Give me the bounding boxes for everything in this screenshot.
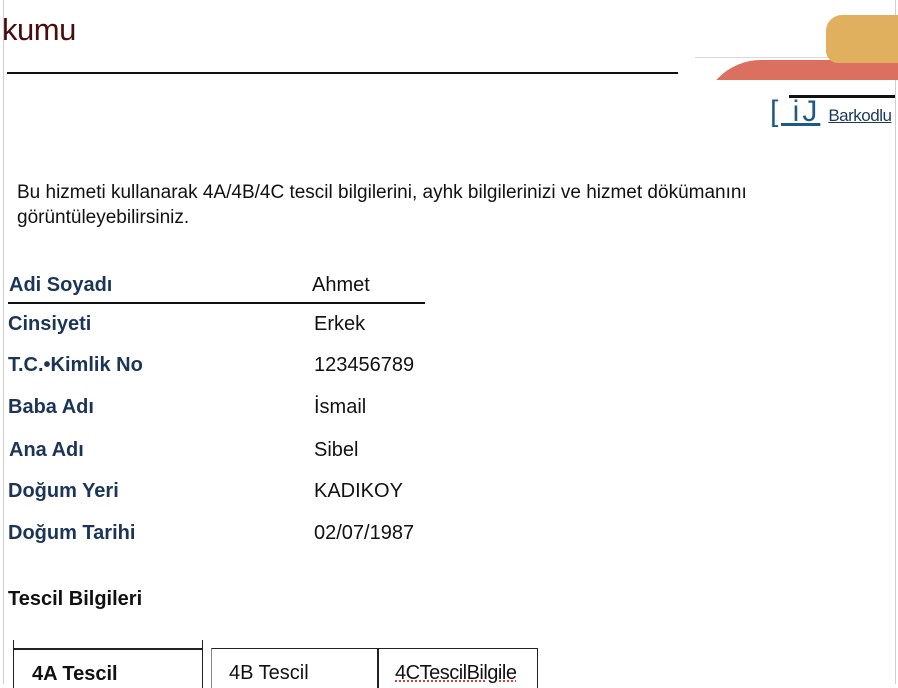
label-baba-adi: Baba Adı — [8, 396, 94, 418]
value-baba-adi: İsmail — [314, 396, 367, 418]
tab-4a-label: 4A Tescil — [32, 663, 118, 685]
tescil-section-title: Tescil Bilgileri — [8, 588, 143, 610]
tab-4a-tescil[interactable]: 4A Tescil — [13, 648, 203, 688]
label-adi-soyadi: Adi Soyadı — [9, 274, 113, 296]
decoration-gold-shape — [826, 15, 898, 63]
label-ana-adi: Ana Adı — [9, 439, 84, 461]
decoration-red-shape — [701, 60, 898, 80]
value-tc-kimlik-no: 123456789 — [314, 354, 415, 376]
name-row-divider — [8, 302, 425, 304]
label-tc-kimlik-no: T.C.•Kimlik No — [8, 354, 143, 376]
value-adi-soyadi: Ahmet — [312, 274, 370, 296]
title-underline — [7, 72, 678, 74]
page-left-border — [3, 0, 4, 684]
tab-4b-tescil[interactable]: 4B Tescil — [211, 648, 379, 688]
barcode-link[interactable]: [ iJ Barkodlu — [770, 94, 892, 130]
tab-4c-tescil[interactable]: 4CTescilBilgile — [379, 648, 538, 688]
value-ana-adi: Sibel — [314, 439, 359, 461]
label-dogum-tarihi: Doğum Tarihi — [8, 522, 136, 544]
barcode-link-label[interactable]: Barkodlu — [828, 102, 892, 130]
corner-decoration — [695, 10, 898, 80]
barcode-icon[interactable]: [ iJ — [770, 94, 820, 130]
page-right-border — [895, 0, 896, 684]
value-dogum-tarihi: 02/07/1987 — [314, 522, 415, 544]
intro-text: Bu hizmeti kullanarak 4A/4B/4C tescil bi… — [17, 182, 747, 228]
label-cinsiyeti: Cinsiyeti — [8, 313, 92, 335]
tab-4b-label: 4B Tescil — [229, 662, 309, 684]
tab-4c-label: 4CTescilBilgile — [395, 662, 517, 684]
value-dogum-yeri: KADIKOY — [314, 480, 403, 502]
page-title: kumu — [2, 12, 76, 47]
label-dogum-yeri: Doğum Yeri — [8, 480, 119, 502]
value-cinsiyeti: Erkek — [314, 313, 366, 335]
